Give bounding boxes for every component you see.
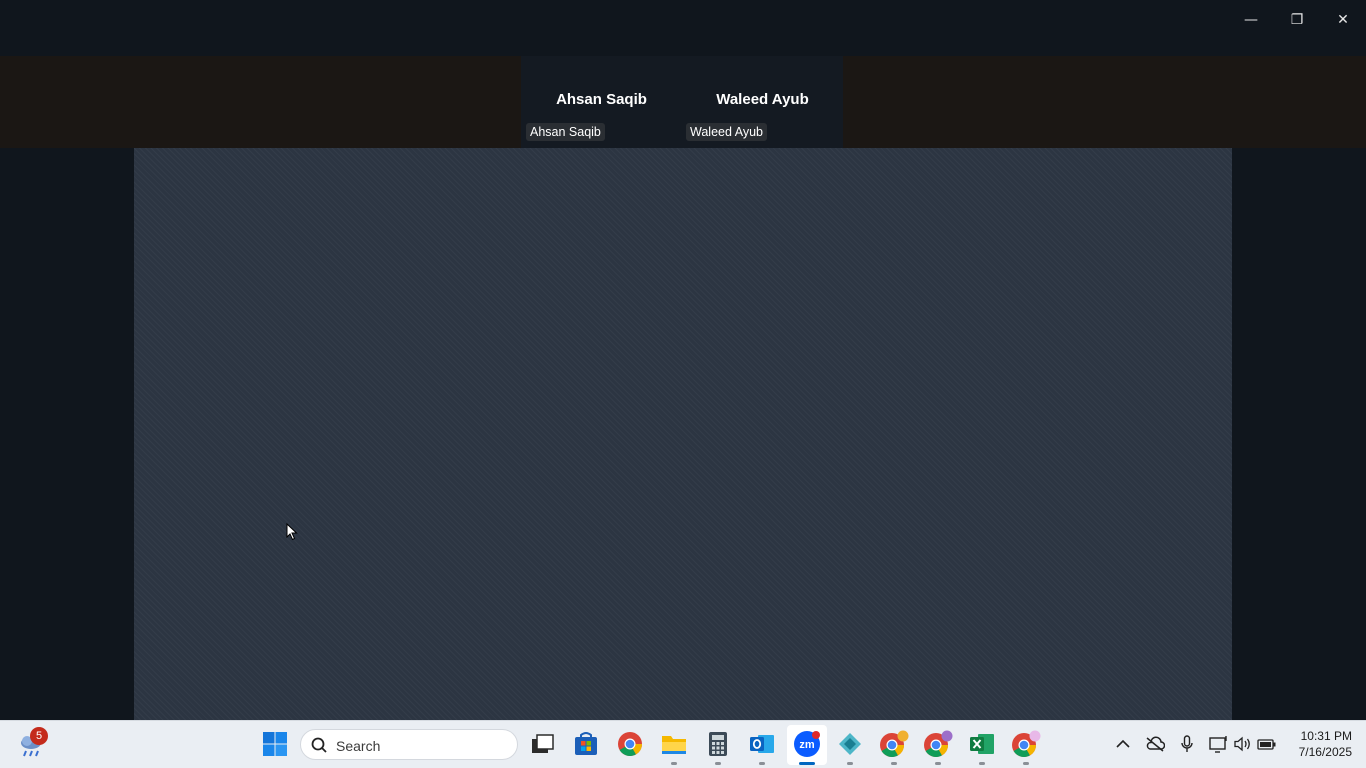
clock-date: 7/16/2025 xyxy=(1298,745,1352,759)
search-placeholder: Search xyxy=(336,738,381,754)
file-explorer-icon xyxy=(662,736,686,754)
participant-name-tag: Ahsan Saqib xyxy=(526,123,605,141)
chrome-profile-icon xyxy=(880,730,909,758)
participant-tile[interactable]: Ahsan Saqib Ahsan Saqib xyxy=(521,56,682,148)
search-icon xyxy=(311,737,327,753)
participant-tiles: Ahsan Saqib Ahsan Saqib Waleed Ayub Wale… xyxy=(521,56,843,148)
zoom-button[interactable]: zm xyxy=(791,728,823,765)
minimize-icon: — xyxy=(1244,12,1258,28)
restore-button[interactable]: ❐ xyxy=(1274,0,1320,40)
shared-screen-area xyxy=(134,148,1232,720)
task-view-button[interactable] xyxy=(526,728,558,760)
network-button[interactable] xyxy=(1207,733,1229,755)
excel-button[interactable] xyxy=(966,728,998,765)
title-bar: — ❐ ✕ xyxy=(0,0,1366,40)
show-hidden-icons-button[interactable] xyxy=(1112,733,1134,755)
microsoft-store-icon xyxy=(575,732,597,755)
microsoft-store-button[interactable] xyxy=(570,728,602,760)
microphone-icon xyxy=(1181,735,1193,752)
outlook-button[interactable] xyxy=(746,728,778,765)
chrome-profile-icon xyxy=(1012,730,1041,758)
app-icon xyxy=(839,733,861,755)
microphone-button[interactable] xyxy=(1176,733,1198,755)
restore-icon: ❐ xyxy=(1290,12,1304,28)
battery-icon xyxy=(1257,739,1276,750)
chrome-profile-icon xyxy=(924,730,953,758)
minimize-button[interactable]: — xyxy=(1228,0,1274,40)
zoom-meeting-window: — ❐ ✕ Ahsan Saqib Ahsan Saqib Waleed Ayu… xyxy=(0,0,1366,720)
battery-button[interactable] xyxy=(1256,733,1278,755)
clock-time: 10:31 PM xyxy=(1300,729,1352,743)
volume-button[interactable] xyxy=(1232,733,1254,755)
participant-name: Ahsan Saqib xyxy=(556,91,647,108)
zoom-icon: zm xyxy=(794,731,820,757)
onedrive-offline-icon xyxy=(1146,736,1165,752)
excel-icon xyxy=(970,734,994,754)
mouse-cursor-icon xyxy=(286,523,298,541)
calculator-icon xyxy=(709,732,727,756)
chrome-profile-button[interactable] xyxy=(922,728,954,765)
network-icon xyxy=(1209,736,1227,753)
participant-name-tag: Waleed Ayub xyxy=(686,123,767,141)
chrome-button[interactable] xyxy=(614,728,646,760)
close-button[interactable]: ✕ xyxy=(1320,0,1366,40)
outlook-icon xyxy=(750,735,774,753)
volume-icon xyxy=(1234,736,1250,752)
file-explorer-button[interactable] xyxy=(658,728,690,765)
windows-start-icon xyxy=(263,732,287,756)
participant-tile[interactable]: Waleed Ayub Waleed Ayub xyxy=(682,56,843,148)
chevron-up-icon xyxy=(1116,739,1130,748)
chrome-profile-button[interactable] xyxy=(1010,728,1042,765)
chrome-profile-button[interactable] xyxy=(878,728,910,765)
notification-badge: 5 xyxy=(30,727,48,745)
participant-name: Waleed Ayub xyxy=(716,91,809,108)
taskbar-search-box[interactable]: Search xyxy=(300,729,518,760)
calculator-button[interactable] xyxy=(702,728,734,765)
close-icon: ✕ xyxy=(1337,12,1349,28)
clock[interactable]: 10:31 PM 7/16/2025 xyxy=(1286,728,1352,760)
app-button[interactable] xyxy=(834,728,866,765)
onedrive-button[interactable] xyxy=(1144,733,1166,755)
chrome-icon xyxy=(618,732,642,757)
start-button[interactable] xyxy=(259,728,291,760)
zoom-logo-text: zm xyxy=(799,739,815,751)
task-view-icon xyxy=(532,734,554,753)
